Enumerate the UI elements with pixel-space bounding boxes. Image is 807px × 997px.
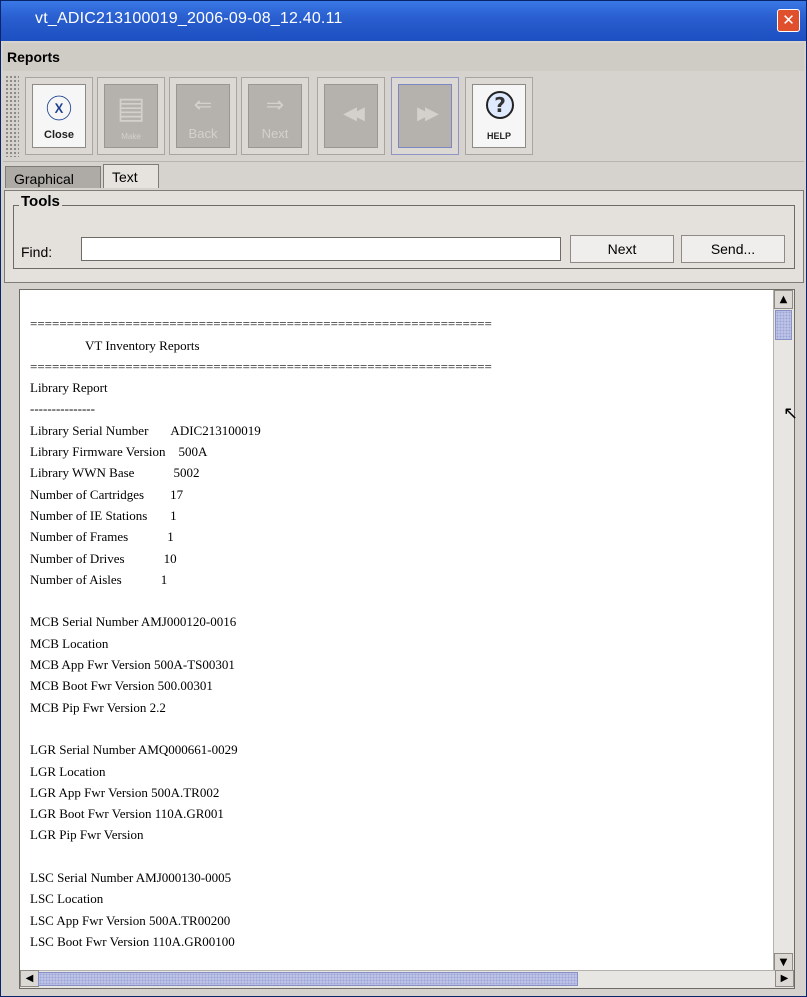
help-button[interactable]: ? HELP [465,77,533,155]
title-bar[interactable]: vt_ADIC213100019_2006-09-08_12.40.11 ✕ [1,1,806,41]
report-text-area[interactable]: ========================================… [20,290,774,972]
toolbar: ⓧ Close ▤ Make ⇐ Back ⇒ Next ◀◀ ▶▶ ? HEL… [3,73,804,162]
report-line: LGR Location [30,763,106,779]
report-line: ========================================… [30,316,492,332]
back-button-face: ⇐ Back [176,84,230,148]
close-button-face: ⓧ Close [32,84,86,148]
report-text: ========================================… [20,290,774,954]
window-title: vt_ADIC213100019_2006-09-08_12.40.11 [35,10,343,27]
fast-forward-icon: ▶▶ [417,103,439,124]
find-label: Find: [21,244,53,260]
help-button-face: ? HELP [472,84,526,148]
report-line: Library WWN Base 5002 [30,465,200,481]
report-line: VT Inventory Reports [30,337,200,353]
report-line: LGR Serial Number AMQ000661-0029 [30,742,238,758]
forward-button-face: ▶▶ [398,84,452,148]
pdf-button-face: ▤ Make [104,84,158,148]
report-line: LSC Boot Fwr Version 110A.GR00100 [30,933,235,949]
close-button-label: Close [44,129,74,141]
pdf-icon: ▤ [116,91,146,126]
report-line: MCB App Fwr Version 500A-TS00301 [30,657,235,673]
find-input[interactable] [81,237,561,261]
pdf-button[interactable]: ▤ Make [97,77,165,155]
rewind-button[interactable]: ◀◀ [317,77,385,155]
tools-panel: Tools Find: Next Send... [4,190,804,283]
view-tabs: Graphical Text [5,164,805,190]
toolbar-grip-handle[interactable] [5,75,19,157]
find-next-button[interactable]: Next [570,235,674,263]
arrow-left-icon: ⇐ [193,93,213,118]
report-line: --------------- [30,401,95,417]
next-button-label: Next [261,126,289,141]
rewind-icon: ◀◀ [343,103,365,124]
help-button-label: HELP [486,131,511,141]
window-close-icon[interactable]: ✕ [777,9,800,32]
report-line: Number of Drives 10 [30,550,177,566]
report-line: MCB Serial Number AMJ000120-0016 [30,614,237,630]
horizontal-scroll-thumb[interactable] [38,972,578,986]
next-toolbar-button[interactable]: ⇒ Next [241,77,309,155]
back-button[interactable]: ⇐ Back [169,77,237,155]
scroll-right-icon[interactable]: ▶ [775,970,794,987]
forward-button[interactable]: ▶▶ [391,77,459,155]
tab-text[interactable]: Text [103,164,159,188]
horizontal-scrollbar[interactable]: ◀ ▶ [20,970,794,988]
close-button[interactable]: ⓧ Close [25,77,93,155]
vertical-scrollbar[interactable]: ▲ ▼ [773,290,794,972]
report-text-panel: ========================================… [19,289,795,989]
report-line: MCB Boot Fwr Version 500.00301 [30,678,213,694]
report-line: Number of Frames 1 [30,529,174,545]
scroll-left-icon[interactable]: ◀ [20,970,39,987]
report-line: MCB Location [30,635,109,651]
arrow-right-icon: ⇒ [265,93,285,118]
report-window: vt_ADIC213100019_2006-09-08_12.40.11 ✕ R… [0,0,807,997]
report-line: Library Serial Number ADIC213100019 [30,422,261,438]
report-line: Number of Aisles 1 [30,571,168,587]
mouse-pointer-icon: ↖ [783,403,799,424]
close-icon: ⓧ [45,95,72,125]
back-button-label: Back [188,126,218,141]
vertical-scroll-thumb[interactable] [775,310,792,340]
report-line: LGR Boot Fwr Version 110A.GR001 [30,806,224,822]
tools-legend: Tools [19,193,62,210]
help-icon: ? [486,91,514,119]
scroll-up-icon[interactable]: ▲ [774,290,793,309]
report-line: Number of IE Stations 1 [30,507,177,523]
next-button-face: ⇒ Next [248,84,302,148]
menu-bar: Reports [3,43,804,71]
report-line: Library Firmware Version 500A [30,444,208,460]
send-button[interactable]: Send... [681,235,785,263]
report-line: LGR Pip Fwr Version [30,827,144,843]
menu-reports[interactable]: Reports [7,49,60,65]
report-line: Number of Cartridges 17 [30,486,184,502]
report-line: Library Report [30,380,108,396]
report-line: LGR App Fwr Version 500A.TR002 [30,784,220,800]
report-line: LSC Location [30,891,104,907]
report-line: LSC App Fwr Version 500A.TR00200 [30,912,231,928]
report-line: ========================================… [30,358,492,374]
report-line: MCB Pip Fwr Version 2.2 [30,699,166,715]
tab-graphical[interactable]: Graphical [5,166,101,188]
rewind-button-face: ◀◀ [324,84,378,148]
pdf-button-label: Make [121,132,141,141]
report-line: LSC Serial Number AMJ000130-0005 [30,870,232,886]
